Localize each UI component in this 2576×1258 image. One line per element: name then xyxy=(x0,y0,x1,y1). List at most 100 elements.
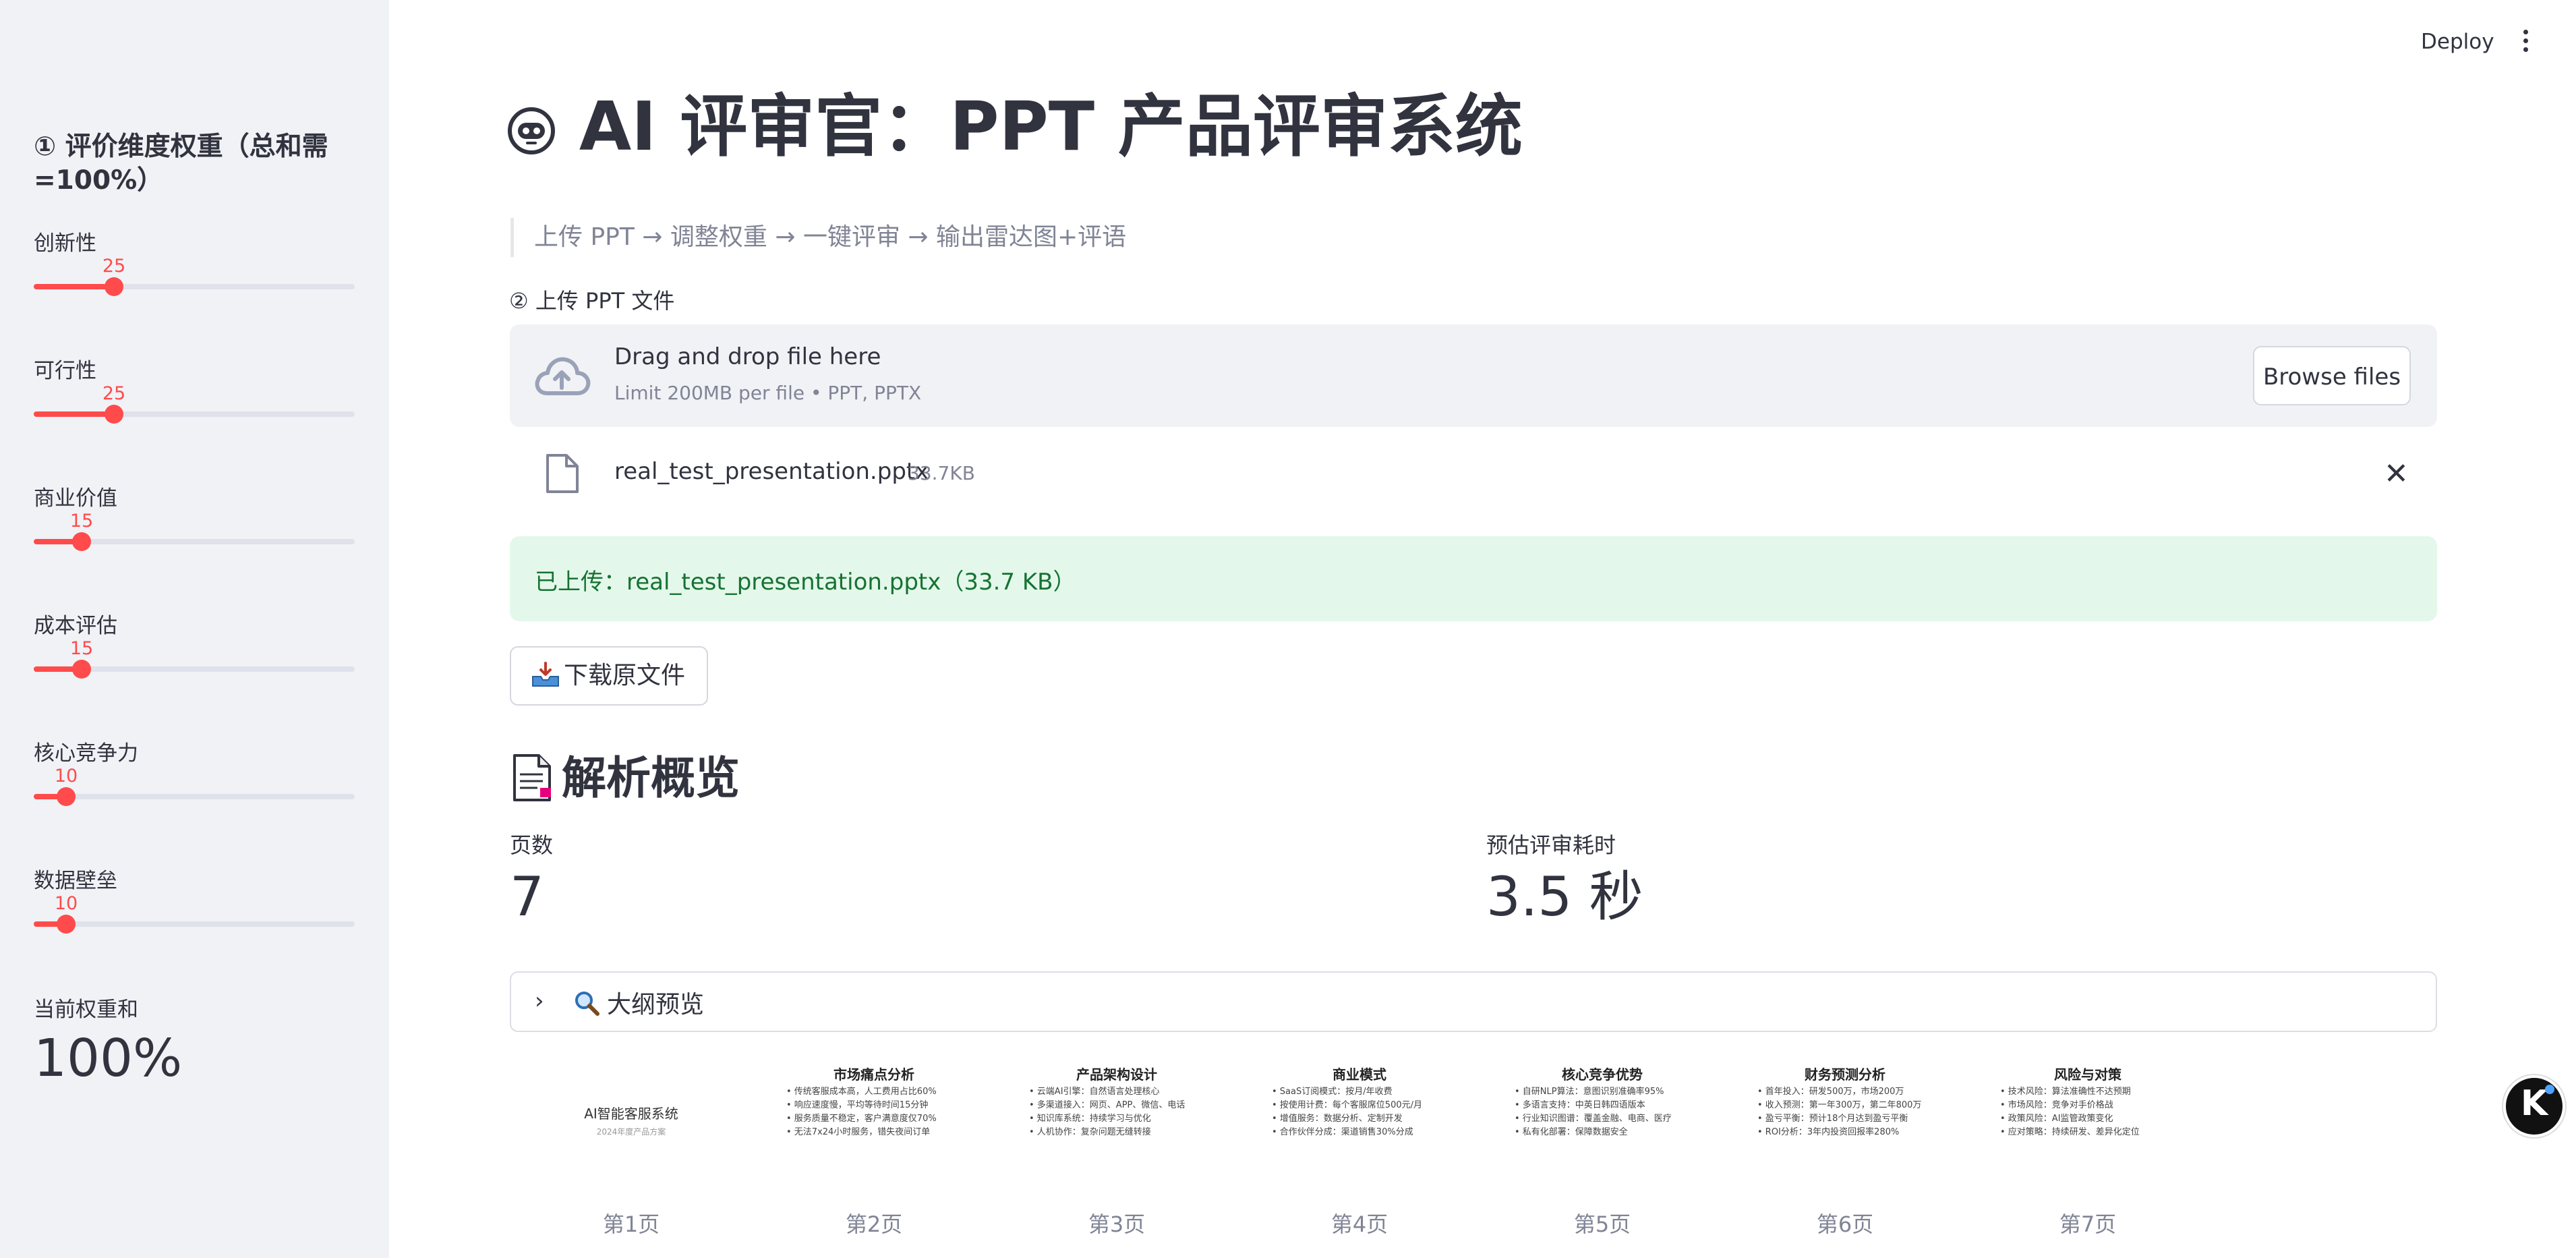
file-name: real_test_presentation.pptx xyxy=(614,458,929,485)
thumbnail-line: • 合作伙伴分成：渠道销售30%分成 xyxy=(1272,1127,1413,1137)
thumbnail-line: • 多渠道接入：网页、APP、微信、电话 xyxy=(1029,1100,1185,1110)
slider-core-competitiveness[interactable]: 核心竞争力 10 xyxy=(34,736,355,837)
robot-face-icon xyxy=(508,107,555,154)
uploaded-file-row: real_test_presentation.pptx 33.7KB ✕ xyxy=(510,449,2437,503)
success-alert: 已上传：real_test_presentation.pptx（33.7 KB） xyxy=(510,536,2437,621)
thumbnail-line: • 云端AI引擎：自然语言处理核心 xyxy=(1029,1087,1160,1097)
slider-feasibility[interactable]: 可行性 25 xyxy=(34,353,355,455)
slider-track[interactable] xyxy=(34,277,355,296)
slider-thumb[interactable] xyxy=(105,405,123,424)
thumbnail-line: • 应对策略：持续研发、差异化定位 xyxy=(2000,1127,2140,1137)
thumbnail-title: 核心竞争优势 xyxy=(1562,1066,1643,1083)
thumbnail-line: • 收入预测：第一年300万，第二年800万 xyxy=(1757,1100,1922,1110)
slider-track[interactable] xyxy=(34,915,355,934)
slide-thumbnail: 财务预测分析 • 首年投入：研发500万，市场200万 • 收入预测：第一年300… xyxy=(1744,1056,1946,1150)
search-icon xyxy=(575,992,599,1016)
thumbnail-title: 财务预测分析 xyxy=(1805,1066,1885,1083)
slider-track[interactable] xyxy=(34,660,355,679)
metric-label-pages: 页数 xyxy=(510,832,554,858)
slider-thumb[interactable] xyxy=(57,915,76,934)
file-dropzone[interactable]: Drag and drop file here Limit 200MB per … xyxy=(510,324,2437,427)
thumbnail-line: • 技术风险：算法准确性不达预期 xyxy=(2000,1087,2131,1097)
page-label: 第3页 xyxy=(1088,1211,1146,1237)
slider-value: 25 xyxy=(102,383,126,404)
metric-label-time: 预估评审耗时 xyxy=(1486,832,1616,858)
thumbnail-line: • 政策风险：AI监管政策变化 xyxy=(2000,1114,2113,1124)
slider-value: 25 xyxy=(102,256,126,277)
thumbnail-subtitle: 2024年度产品方案 xyxy=(596,1127,666,1137)
page-label: 第4页 xyxy=(1330,1211,1388,1237)
thumbnail-line: • 响应速度慢，平均等待时间15分钟 xyxy=(786,1100,929,1110)
page-label: 第6页 xyxy=(1816,1211,1874,1237)
success-message: 已上传：real_test_presentation.pptx（33.7 KB） xyxy=(535,569,1076,596)
page-label: 第7页 xyxy=(2059,1211,2117,1237)
page-title-text: AI 评审官：PPT 产品评审系统 xyxy=(579,87,1523,166)
sidebar: ① 评价维度权重（总和需=100%） 创新性 25 可行性 25 商业价值 15… xyxy=(0,0,389,1258)
slider-cost[interactable]: 成本评估 15 xyxy=(34,608,355,710)
outline-preview-expander[interactable]: › 大纲预览 xyxy=(510,971,2437,1032)
thumbnail-line: • 市场风险：竞争对手价格战 xyxy=(2000,1100,2113,1110)
slider-thumb[interactable] xyxy=(72,532,91,551)
slide-thumbnail: 市场痛点分析 • 传统客服成本高，人工费用占比60% • 响应速度慢，平均等待时间… xyxy=(773,1056,975,1150)
slider-label: 商业价值 xyxy=(34,486,117,511)
thumbnail-line: • 首年投入：研发500万，市场200万 xyxy=(1757,1087,1904,1097)
thumbnail-title: 商业模式 xyxy=(1333,1066,1386,1083)
slider-thumb[interactable] xyxy=(72,660,91,679)
k-logo-icon[interactable]: K xyxy=(2503,1075,2565,1137)
thumbnail-line: • 无法7x24小时服务，错失夜间订单 xyxy=(786,1127,931,1137)
slide-thumbnail: 核心竞争优势 • 自研NLP算法：意图识别准确率95% • 多语言支持：中英日韩四… xyxy=(1501,1056,1703,1150)
page-label: 第1页 xyxy=(602,1211,660,1237)
thumbnail-title: 产品架构设计 xyxy=(1076,1066,1157,1083)
deploy-button[interactable]: Deploy xyxy=(2421,30,2494,54)
slider-track[interactable] xyxy=(34,532,355,551)
page-title: AI 评审官：PPT 产品评审系统 xyxy=(507,86,1523,167)
thumbnail-title: 市场痛点分析 xyxy=(833,1066,914,1083)
total-weight-label: 当前权重和 xyxy=(34,998,138,1022)
thumbnail-title: AI智能客服系统 xyxy=(584,1106,678,1122)
thumbnail-line: • 知识库系统：持续学习与优化 xyxy=(1029,1114,1151,1124)
slider-fill xyxy=(34,411,114,417)
slider-value: 10 xyxy=(54,766,78,787)
slider-label: 可行性 xyxy=(34,359,96,383)
slider-track[interactable] xyxy=(34,787,355,806)
slider-label: 核心竞争力 xyxy=(34,741,138,766)
slider-business-value[interactable]: 商业价值 15 xyxy=(34,481,355,582)
thumbnail-title: 风险与对策 xyxy=(2054,1066,2121,1083)
slider-value: 10 xyxy=(54,893,78,914)
slider-fill xyxy=(34,284,114,289)
slider-data-barrier[interactable]: 数据壁垒 10 xyxy=(34,863,355,965)
page-label: 第5页 xyxy=(1573,1211,1631,1237)
more-menu-icon[interactable] xyxy=(2521,30,2530,57)
slider-value: 15 xyxy=(69,638,94,659)
thumbnail-line: • 自研NLP算法：意图识别准确率95% xyxy=(1515,1087,1664,1097)
thumbnail-line: • SaaS订阅模式：按月/年收费 xyxy=(1272,1087,1393,1097)
sidebar-heading: ① 评价维度权重（总和需=100%） xyxy=(34,132,328,196)
total-weight-value: 100% xyxy=(34,1029,183,1089)
slide-thumbnail: 风险与对策 • 技术风险：算法准确性不达预期 • 市场风险：竞争对手价格战 • 政策… xyxy=(1987,1056,2189,1150)
thumbnail-line: • 按使用计费：每个客服席位500元/月 xyxy=(1272,1100,1422,1110)
slider-track[interactable] xyxy=(34,405,355,424)
browse-files-button[interactable]: Browse files xyxy=(2253,346,2411,405)
expander-label: 大纲预览 xyxy=(573,985,704,1020)
section-heading: 解析概览 xyxy=(510,742,740,807)
cloud-upload-icon xyxy=(535,357,591,395)
page-label: 第2页 xyxy=(845,1211,903,1237)
workflow-caption: 上传 PPT → 调整权重 → 一键评审 → 输出雷达图+评语 xyxy=(510,218,1126,257)
slider-innovation[interactable]: 创新性 25 xyxy=(34,226,355,327)
slide-thumbnail: 商业模式 • SaaS订阅模式：按月/年收费 • 按使用计费：每个客服席位500元… xyxy=(1258,1056,1461,1150)
download-original-button[interactable]: 下载原文件 xyxy=(510,646,708,706)
slide-thumbnail: AI智能客服系统 2024年度产品方案 xyxy=(530,1056,732,1150)
chevron-right-icon: › xyxy=(535,988,544,1014)
thumbnail-line: • 人机协作：复杂问题无缝转接 xyxy=(1029,1127,1151,1137)
inbox-tray-icon xyxy=(532,662,559,687)
slider-label: 创新性 xyxy=(34,231,96,256)
file-icon xyxy=(546,454,579,493)
slider-label: 数据壁垒 xyxy=(34,869,117,893)
close-icon[interactable]: ✕ xyxy=(2384,459,2409,489)
upload-label: ② 上传 PPT 文件 xyxy=(509,288,675,314)
thumbnail-line: • 多语言支持：中英日韩四语版本 xyxy=(1515,1100,1645,1110)
thumbnail-line: • 传统客服成本高，人工费用占比60% xyxy=(786,1087,937,1097)
slider-thumb[interactable] xyxy=(105,277,123,296)
slider-thumb[interactable] xyxy=(57,787,76,806)
file-size: 33.7KB xyxy=(908,462,975,484)
